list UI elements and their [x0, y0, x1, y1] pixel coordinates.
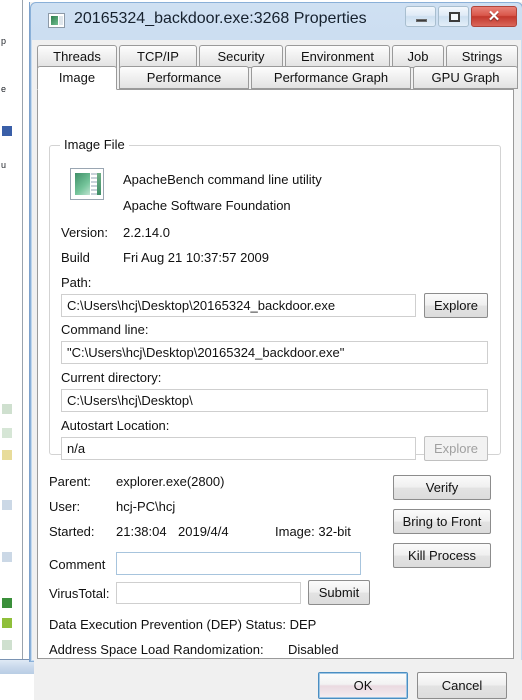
comment-input[interactable] [116, 552, 361, 575]
dialog-body: Threads TCP/IP Security Environment Job … [32, 40, 522, 700]
tab-environment[interactable]: Environment [285, 45, 390, 68]
autostart-label: Autostart Location: [61, 418, 170, 433]
window-title: 20165324_backdoor.exe:3268 Properties [74, 10, 367, 27]
close-icon: ✕ [487, 8, 501, 25]
background-list-icon [2, 552, 12, 562]
tab-performance[interactable]: Performance [119, 66, 249, 89]
build-value: Fri Aug 21 10:37:57 2009 [123, 250, 270, 265]
path-label: Path: [61, 275, 92, 290]
image-bitness: Image: 32-bit [275, 524, 351, 539]
close-button[interactable]: ✕ [471, 6, 517, 27]
tab-gpu-graph[interactable]: GPU Graph [413, 66, 518, 89]
background-list-icon [2, 428, 12, 438]
background-window-list: p e u [0, 0, 23, 674]
autostart-explore-button: Explore [424, 436, 488, 461]
autostart-input[interactable]: n/a [61, 437, 416, 460]
build-label: Build [61, 250, 90, 265]
tab-image[interactable]: Image [37, 66, 117, 90]
user-label: User: [49, 499, 81, 514]
path-explore-button[interactable]: Explore [424, 293, 488, 318]
image-company: Apache Software Foundation [123, 198, 291, 213]
kill-process-button[interactable]: Kill Process [393, 543, 491, 568]
started-date: 2019/4/4 [178, 524, 229, 539]
maximize-button[interactable] [438, 6, 469, 27]
parent-value: explorer.exe(2800) [116, 474, 225, 489]
tab-job[interactable]: Job [392, 45, 444, 68]
file-type-icon [70, 168, 104, 200]
commandline-input[interactable]: "C:\Users\hcj\Desktop\20165324_backdoor.… [61, 341, 488, 364]
background-list-icon [2, 126, 12, 136]
background-list-icon [2, 450, 12, 460]
bring-to-front-button[interactable]: Bring to Front [393, 509, 491, 534]
currentdir-label: Current directory: [61, 370, 162, 385]
dep-status: Data Execution Prevention (DEP) Status: … [49, 617, 317, 632]
minimize-icon [416, 19, 427, 22]
image-file-legend: Image File [60, 137, 129, 152]
title-bar[interactable]: 20165324_backdoor.exe:3268 Properties ✕ [30, 2, 522, 40]
background-list-icon [2, 404, 12, 414]
started-time: 21:38:04 [116, 524, 167, 539]
virustotal-label: VirusTotal: [49, 586, 110, 601]
tab-strings[interactable]: Strings [446, 45, 518, 68]
tab-threads[interactable]: Threads [37, 45, 117, 68]
background-list-item: e [1, 84, 7, 94]
aslr-value: Disabled [288, 642, 339, 657]
tab-row-lower: Image Performance Performance Graph GPU … [37, 66, 520, 90]
commandline-label: Command line: [61, 322, 149, 337]
background-list-item: u [1, 160, 7, 170]
image-description: ApacheBench command line utility [123, 172, 322, 187]
image-tab-pane: Image File ApacheBench command line util… [37, 89, 514, 659]
background-list-icon [2, 640, 12, 650]
background-list-item: p [1, 36, 7, 46]
tab-tcpip[interactable]: TCP/IP [119, 45, 197, 68]
verify-button[interactable]: Verify [393, 475, 491, 500]
path-input[interactable]: C:\Users\hcj\Desktop\20165324_backdoor.e… [61, 294, 416, 317]
background-list-icon [2, 500, 12, 510]
aslr-label: Address Space Load Randomization: [49, 642, 264, 657]
started-label: Started: [49, 524, 95, 539]
window-controls: ✕ [403, 6, 517, 28]
version-label: Version: [61, 225, 108, 240]
submit-button[interactable]: Submit [308, 580, 370, 605]
maximize-icon [449, 12, 460, 22]
tab-row-upper: Threads TCP/IP Security Environment Job … [37, 45, 520, 68]
tab-security[interactable]: Security [199, 45, 283, 68]
currentdir-input[interactable]: C:\Users\hcj\Desktop\ [61, 389, 488, 412]
minimize-button[interactable] [405, 6, 436, 27]
user-value: hcj-PC\hcj [116, 499, 176, 514]
image-file-groupbox: Image File ApacheBench command line util… [49, 137, 501, 461]
background-list-icon [2, 598, 12, 608]
properties-dialog: 20165324_backdoor.exe:3268 Properties ✕ … [29, 2, 522, 700]
virustotal-input[interactable] [116, 582, 301, 604]
background-list-icon [2, 618, 12, 628]
ok-button[interactable]: OK [318, 672, 408, 699]
application-window-icon [48, 13, 65, 28]
parent-label: Parent: [49, 474, 91, 489]
version-value: 2.2.14.0 [123, 225, 170, 240]
comment-label: Comment [49, 557, 106, 572]
tab-performance-graph[interactable]: Performance Graph [251, 66, 411, 89]
cancel-button[interactable]: Cancel [417, 672, 507, 699]
